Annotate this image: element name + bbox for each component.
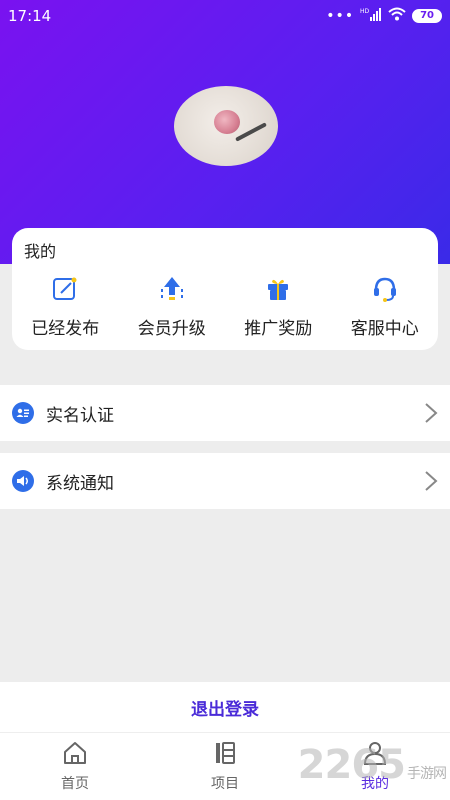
gift-icon — [263, 274, 293, 304]
quick-upgrade-label: 会员升级 — [137, 319, 206, 339]
quick-service[interactable]: 客服中心 — [332, 274, 439, 339]
row-system-notice-label: 系统通知 — [46, 473, 114, 494]
row-system-notice[interactable]: 系统通知 — [0, 453, 450, 509]
speaker-icon — [12, 470, 34, 492]
headset-icon — [370, 274, 400, 304]
status-bar: 17:14 ••• HD 70 — [0, 0, 450, 32]
logout-button[interactable]: 退出登录 — [0, 682, 450, 732]
row-real-name-auth-label: 实名认证 — [46, 405, 114, 426]
tab-project-label: 项目 — [211, 776, 239, 792]
wifi-icon — [388, 7, 406, 25]
notification-dots: ••• — [326, 8, 355, 24]
tab-project[interactable]: 项目 — [150, 733, 300, 800]
network-label: HD — [360, 8, 370, 15]
battery-indicator: 70 — [412, 9, 442, 23]
watermark-text: 2265 — [297, 742, 406, 788]
quick-published-label: 已经发布 — [31, 319, 100, 339]
chevron-right-icon — [425, 471, 438, 491]
status-time: 17:14 — [8, 7, 52, 25]
watermark-sub: 手游网 — [407, 766, 447, 782]
edit-icon — [50, 274, 80, 304]
quick-published[interactable]: 已经发布 — [12, 274, 119, 339]
watermark: 2265 手游网 — [297, 742, 447, 788]
tab-home[interactable]: 首页 — [0, 733, 150, 800]
avatar[interactable] — [174, 86, 278, 166]
row-real-name-auth[interactable]: 实名认证 — [0, 385, 450, 441]
avatar-flower-image — [214, 110, 240, 134]
project-icon — [211, 739, 239, 767]
quick-service-label: 客服中心 — [350, 319, 419, 339]
quick-upgrade[interactable]: 会员升级 — [119, 274, 226, 339]
home-icon — [61, 739, 89, 767]
tab-home-label: 首页 — [61, 776, 89, 792]
signal-icon: HD — [360, 7, 382, 25]
quick-reward-label: 推广奖励 — [244, 319, 313, 339]
quick-reward[interactable]: 推广奖励 — [225, 274, 332, 339]
upgrade-arrow-icon — [157, 274, 187, 304]
id-card-icon — [12, 402, 34, 424]
chevron-right-icon — [425, 403, 438, 423]
my-card: 我的 已经发布 会员升级 推广奖励 客服中心 — [12, 228, 438, 350]
card-title: 我的 — [24, 242, 57, 261]
